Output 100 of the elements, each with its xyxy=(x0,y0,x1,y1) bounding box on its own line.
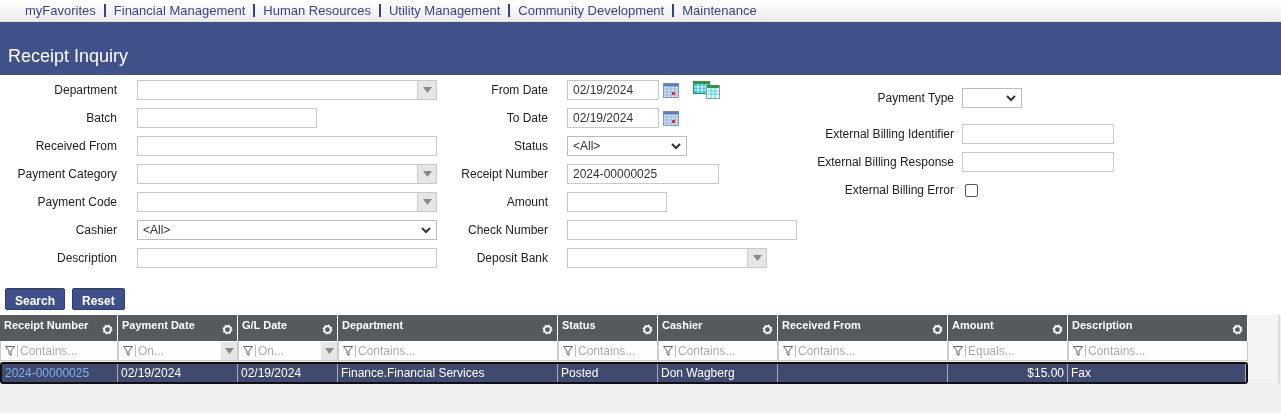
gear-icon[interactable] xyxy=(642,324,653,335)
field-label: Payment Category xyxy=(16,167,117,181)
field-label: Check Number xyxy=(466,223,548,237)
field-label: From Date xyxy=(490,83,548,97)
dropdown-arrow-icon xyxy=(422,199,432,205)
input-field[interactable] xyxy=(567,192,667,212)
column-header[interactable]: Status xyxy=(562,319,596,341)
column-header[interactable]: G/L Date xyxy=(242,319,288,341)
filter-field[interactable]: On... xyxy=(118,341,238,361)
filter-icon xyxy=(563,345,573,356)
page-title: Receipt Inquiry xyxy=(8,46,129,67)
dropdown-field[interactable] xyxy=(137,80,437,100)
input-field[interactable]: 2024-00000025 xyxy=(567,164,719,184)
input-field[interactable] xyxy=(962,152,1114,172)
nav-link[interactable]: Financial Management xyxy=(113,3,246,18)
gear-icon[interactable] xyxy=(932,324,943,335)
input-field[interactable] xyxy=(137,136,437,156)
field-label: Batch xyxy=(85,111,117,125)
table-cell: 02/19/2024 xyxy=(241,366,302,380)
dropdown-field[interactable] xyxy=(137,192,437,212)
table-row[interactable]: 2024-00000025 02/19/2024 02/19/2024 Finance.Financial Services Posted Don Wagberg $15.00 Fax xyxy=(0,362,1248,384)
field-label: External Billing Identifier xyxy=(824,127,954,141)
dropdown-arrow-icon[interactable] xyxy=(324,347,334,354)
table-cell: Don Wagberg xyxy=(661,366,735,380)
date-field[interactable]: 02/19/2024 xyxy=(567,80,659,100)
select-field[interactable]: <All> xyxy=(137,220,437,240)
calendar-range-icon[interactable] xyxy=(693,81,721,99)
dropdown-field[interactable] xyxy=(137,164,437,184)
field-label: External Billing Error xyxy=(843,183,954,197)
action-button[interactable]: Search xyxy=(5,288,66,310)
select-field[interactable]: <All> xyxy=(567,136,687,156)
calendar-icon[interactable] xyxy=(663,110,679,126)
dropdown-arrow-icon xyxy=(752,255,762,261)
nav-link[interactable]: Human Resources xyxy=(263,3,371,18)
input-field[interactable] xyxy=(567,220,797,240)
checkbox[interactable] xyxy=(965,183,978,197)
gear-icon[interactable] xyxy=(222,324,233,335)
nav-link[interactable]: Utility Management xyxy=(389,3,501,18)
filter-field[interactable]: Contains... xyxy=(558,341,658,361)
select-value: <All> xyxy=(143,223,171,237)
chevron-down-icon xyxy=(1006,94,1016,102)
field-label: To Date xyxy=(505,111,548,125)
field-label: Received From xyxy=(34,139,117,153)
filter-field[interactable]: Contains... xyxy=(1068,341,1248,361)
filter-field[interactable]: Contains... xyxy=(658,341,778,361)
column-header[interactable]: Received From xyxy=(782,319,861,341)
gear-icon[interactable] xyxy=(542,324,553,335)
filter-icon xyxy=(783,345,793,356)
table-cell: Fax xyxy=(1071,366,1091,380)
gear-icon[interactable] xyxy=(1232,324,1243,335)
date-field[interactable]: 02/19/2024 xyxy=(567,108,659,128)
receipt-link[interactable]: 2024-00000025 xyxy=(5,366,90,380)
table-cell: Finance.Financial Services xyxy=(341,366,485,380)
table-cell: 02/19/2024 xyxy=(121,366,182,380)
filter-field[interactable]: Contains... xyxy=(338,341,558,361)
select-value: <All> xyxy=(573,139,601,153)
nav-link[interactable]: Community Development xyxy=(518,3,665,18)
chevron-down-icon xyxy=(671,142,681,150)
dropdown-arrow-icon[interactable] xyxy=(224,347,234,354)
column-header[interactable]: Payment Date xyxy=(122,319,195,341)
column-header[interactable]: Cashier xyxy=(662,319,703,341)
field-label: Cashier xyxy=(74,223,117,237)
column-header[interactable]: Receipt Number xyxy=(4,319,89,341)
table-cell: $15.00 xyxy=(1027,366,1064,380)
filter-icon xyxy=(343,345,353,356)
filter-field[interactable]: Contains... xyxy=(778,341,948,361)
filter-icon xyxy=(123,345,133,356)
filter-icon xyxy=(5,345,15,356)
gear-icon[interactable] xyxy=(102,324,113,335)
filter-icon xyxy=(243,345,253,356)
filter-field[interactable]: Contains... xyxy=(0,341,118,361)
gear-icon[interactable] xyxy=(322,324,333,335)
action-button[interactable]: Reset xyxy=(72,288,125,310)
filter-field[interactable]: On... xyxy=(238,341,338,361)
field-label: Amount xyxy=(505,195,548,209)
field-label: Payment Type xyxy=(876,91,954,105)
field-label: Description xyxy=(55,251,117,265)
input-field[interactable] xyxy=(962,124,1114,144)
field-label: Deposit Bank xyxy=(475,251,548,265)
filter-icon xyxy=(953,345,963,356)
dropdown-arrow-icon xyxy=(422,171,432,177)
column-header[interactable]: Description xyxy=(1072,319,1133,341)
select-field[interactable] xyxy=(962,88,1022,108)
column-header[interactable]: Amount xyxy=(952,319,994,341)
column-header[interactable]: Department xyxy=(342,319,404,341)
table-cell: Posted xyxy=(561,366,599,380)
dropdown-field[interactable] xyxy=(567,248,767,268)
filter-field[interactable]: Equals... xyxy=(948,341,1068,361)
field-label: External Billing Response xyxy=(816,155,954,169)
field-label: Receipt Number xyxy=(460,167,548,181)
input-field[interactable] xyxy=(137,108,317,128)
field-label: Department xyxy=(53,83,117,97)
calendar-icon[interactable] xyxy=(663,82,679,98)
gear-icon[interactable] xyxy=(762,324,773,335)
gear-icon[interactable] xyxy=(1052,324,1063,335)
filter-icon xyxy=(663,345,673,356)
nav-link[interactable]: myFavorites xyxy=(25,3,96,18)
input-field[interactable] xyxy=(137,248,437,268)
field-label: Payment Code xyxy=(36,195,117,209)
nav-link[interactable]: Maintenance xyxy=(682,3,757,18)
